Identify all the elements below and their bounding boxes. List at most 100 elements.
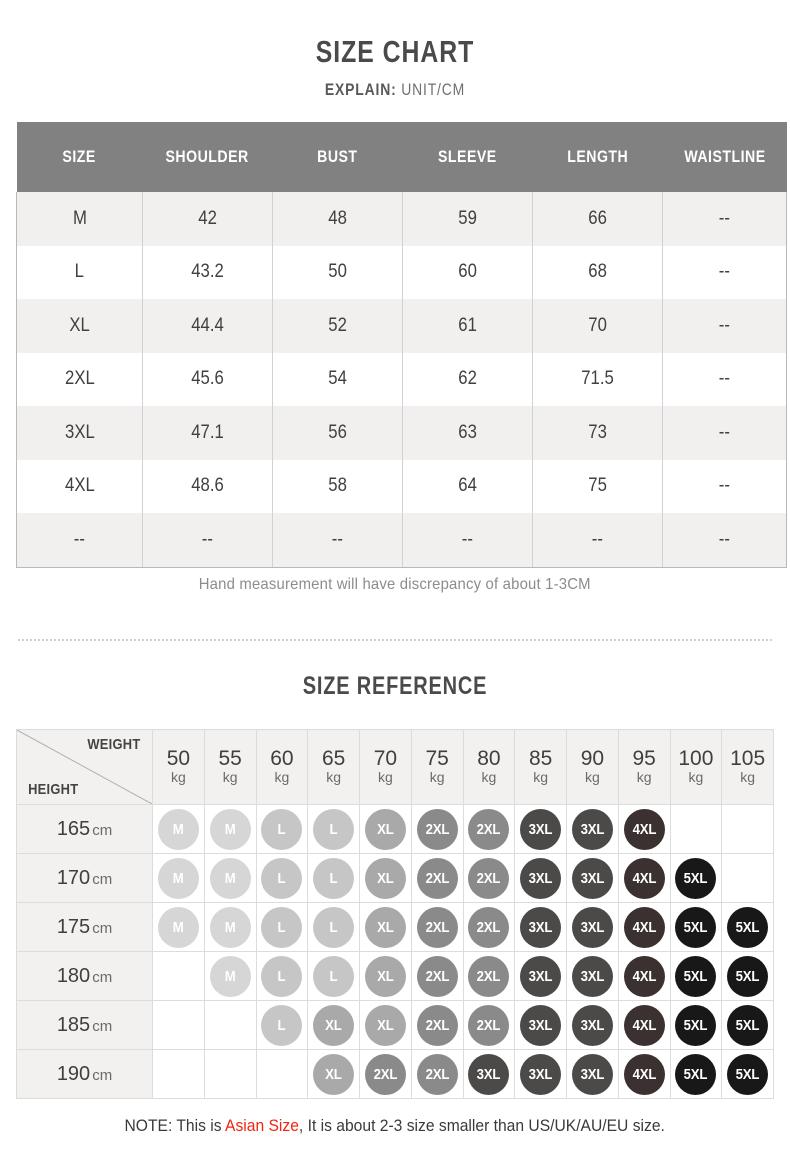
weight-unit: kg — [429, 769, 445, 786]
table-row: 3XL 47.1 56 63 73 -- — [16, 406, 787, 460]
weight-unit: kg — [584, 769, 600, 786]
weight-unit: kg — [170, 769, 186, 786]
weight-unit: kg — [481, 769, 497, 786]
size-bubble: 3XL — [571, 857, 613, 899]
size-recommendation-cell: XL — [359, 804, 412, 854]
cell-measurement: 59 — [402, 192, 533, 246]
size-recommendation-cell: 2XL — [462, 951, 516, 1001]
height-unit: cm — [92, 821, 113, 839]
size-recommendation-cell: 5XL — [721, 902, 774, 952]
height-header-cell: 185 cm — [16, 1000, 153, 1050]
height-unit: cm — [92, 870, 113, 888]
weight-value: 105 — [730, 747, 766, 771]
size-bubble: 3XL — [468, 1053, 510, 1095]
cell-measurement: -- — [142, 513, 273, 568]
cell-measurement: 56 — [272, 406, 403, 460]
size-recommendation-cell: 4XL — [617, 1000, 671, 1050]
cell-measurement: 48.6 — [142, 459, 273, 513]
size-recommendation-cell: 5XL — [669, 902, 723, 952]
size-bubble: L — [261, 808, 303, 850]
section-divider — [18, 639, 772, 641]
size-bubble: 2XL — [468, 955, 510, 997]
cell-size: L — [16, 245, 143, 299]
size-recommendation-cell: M — [203, 902, 257, 952]
size-bubble: 4XL — [623, 1004, 665, 1046]
size-recommendation-cell: 2XL — [410, 853, 464, 903]
cell-measurement: -- — [662, 245, 787, 299]
size-recommendation-cell: 4XL — [617, 853, 671, 903]
size-recommendation-cell: 5XL — [721, 1049, 774, 1099]
size-recommendation-cell: 5XL — [721, 951, 774, 1001]
size-bubble: XL — [313, 1004, 355, 1046]
cell-measurement: 64 — [402, 459, 533, 513]
size-recommendation-cell: 5XL — [669, 1049, 723, 1099]
size-bubble: 5XL — [675, 1053, 717, 1095]
size-recommendation-cell: L — [255, 804, 309, 854]
weight-value: 50 — [166, 747, 191, 771]
size-chart-table: SIZE SHOULDER BUST SLEEVE LENGTH WAISTLI… — [16, 122, 787, 568]
column-header-length: LENGTH — [532, 122, 663, 192]
reference-row: 170 cm M M L L XL 2XL 2XL 3XL 3XL 4XL 5XL — [16, 853, 774, 903]
size-bubble: L — [313, 955, 355, 997]
empty-cell — [721, 853, 774, 903]
height-value: 185 — [56, 1013, 91, 1036]
size-recommendation-cell: 2XL — [410, 902, 464, 952]
size-bubble: XL — [364, 906, 406, 948]
weight-value: 75 — [425, 747, 449, 771]
size-bubble: XL — [364, 808, 406, 850]
size-bubble: 2XL — [468, 857, 510, 899]
reference-row: 190 cm XL 2XL 2XL 3XL 3XL 3XL 4XL 5XL 5XL — [16, 1049, 774, 1099]
cell-measurement: 63 — [402, 406, 533, 460]
height-header-cell: 170 cm — [16, 853, 153, 903]
size-bubble: 5XL — [675, 955, 717, 997]
size-recommendation-cell: 5XL — [669, 951, 723, 1001]
size-chart-body: M 42 48 59 66 -- L 43.2 50 60 68 -- XL 44.4 52 61 70 -- 2X… — [16, 192, 787, 568]
axis-label-height: HEIGHT — [28, 781, 79, 798]
weight-unit: kg — [688, 769, 704, 786]
size-recommendation-cell: 3XL — [462, 1049, 516, 1099]
cell-measurement: 75 — [532, 459, 663, 513]
cell-measurement: -- — [662, 459, 787, 513]
cell-size: 2XL — [16, 352, 143, 406]
cell-measurement: 71.5 — [532, 352, 663, 406]
size-bubble: M — [157, 906, 199, 948]
size-bubble: 3XL — [571, 906, 613, 948]
cell-measurement: 60 — [402, 245, 533, 299]
size-bubble: 2XL — [364, 1053, 406, 1095]
size-recommendation-cell: 2XL — [462, 1000, 516, 1050]
weight-unit: kg — [274, 769, 290, 786]
size-recommendation-cell: 3XL — [514, 902, 567, 952]
size-bubble: 4XL — [623, 1053, 665, 1095]
size-bubble: 4XL — [623, 906, 665, 948]
size-recommendation-cell: 4XL — [617, 804, 671, 854]
size-recommendation-cell: L — [255, 951, 309, 1001]
size-bubble: 2XL — [416, 808, 458, 850]
size-recommendation-cell: L — [255, 902, 309, 952]
size-bubble: 2XL — [416, 857, 458, 899]
size-bubble: 5XL — [675, 906, 717, 948]
footer-note-suffix: , It is about 2-3 size smaller than US/U… — [299, 1116, 666, 1135]
size-bubble: 3XL — [571, 1053, 613, 1095]
cell-measurement: 47.1 — [142, 406, 273, 460]
size-recommendation-cell: 4XL — [617, 902, 671, 952]
size-bubble: 3XL — [520, 1053, 562, 1095]
page-title: SIZE CHART — [315, 34, 475, 69]
size-bubble: 5XL — [727, 1004, 769, 1046]
size-recommendation-cell: 3XL — [514, 853, 567, 903]
unit-explanation: EXPLAIN: UNIT/CM — [71, 67, 719, 98]
cell-measurement: -- — [662, 406, 787, 460]
size-recommendation-cell: XL — [359, 1000, 412, 1050]
cell-measurement: -- — [662, 513, 787, 568]
size-recommendation-cell: 2XL — [410, 1049, 464, 1099]
weight-header-cell: 90 kg — [566, 729, 619, 805]
weight-unit: kg — [533, 769, 549, 786]
weight-value: 70 — [373, 747, 398, 771]
column-header-waistline: WAISTLINE — [662, 122, 787, 192]
weight-unit: kg — [377, 769, 393, 786]
weight-unit: kg — [326, 769, 342, 786]
size-recommendation-cell: 3XL — [514, 804, 567, 854]
size-bubble: 3XL — [571, 955, 613, 997]
height-value: 180 — [56, 964, 91, 987]
size-recommendation-cell: 3XL — [566, 804, 619, 854]
size-bubble: 3XL — [571, 1004, 613, 1046]
